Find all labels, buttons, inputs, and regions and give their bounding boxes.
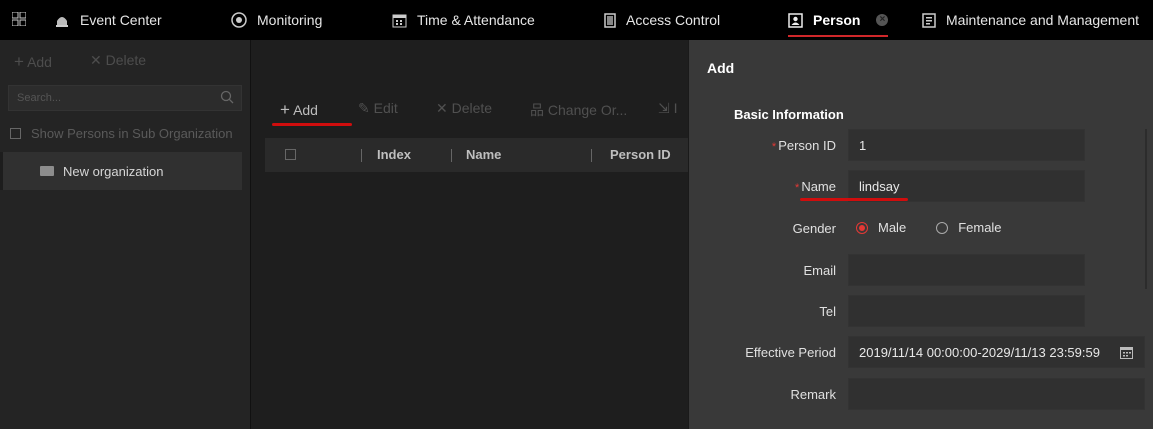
plus-icon: +	[280, 100, 290, 119]
annotation-underline-add	[272, 123, 352, 126]
plus-icon: +	[14, 52, 24, 71]
column-divider	[591, 149, 592, 162]
dialog-scrollbar[interactable]	[1145, 129, 1147, 289]
column-header-person-id[interactable]: Person ID	[610, 147, 671, 162]
calendar-icon[interactable]	[1120, 346, 1133, 362]
remark-field[interactable]	[848, 378, 1145, 410]
gender-female-label: Female	[958, 220, 1002, 235]
radio-selected-icon	[856, 221, 868, 234]
tel-label: Tel	[819, 304, 836, 319]
maintenance-icon	[922, 12, 936, 28]
search-icon[interactable]	[220, 90, 234, 107]
name-value: lindsay	[859, 178, 900, 194]
change-org-label: Change Or...	[547, 102, 628, 118]
monitoring-icon	[231, 12, 247, 28]
show-sub-org-label: Show Persons in Sub Organization	[31, 126, 233, 141]
remark-label: Remark	[790, 387, 836, 402]
add-label: Add	[293, 102, 318, 118]
organization-search	[8, 85, 242, 111]
annotation-underline-name	[800, 198, 908, 201]
gender-male-label: Male	[878, 220, 907, 235]
app-grid-button[interactable]	[11, 0, 27, 40]
tab-label: Access Control	[626, 12, 721, 28]
required-mark: *	[795, 182, 800, 194]
close-tab-icon[interactable]: ×	[876, 14, 889, 26]
hierarchy-icon: 品	[530, 102, 544, 118]
column-divider	[451, 149, 452, 162]
door-icon	[604, 12, 616, 28]
tab-maintenance[interactable]: Maintenance and Management	[922, 0, 1139, 40]
search-input[interactable]	[15, 91, 219, 105]
email-field[interactable]	[848, 254, 1085, 286]
top-tab-bar: Event Center Monitoring Time & Attendanc…	[0, 0, 1153, 40]
folder-icon	[40, 166, 54, 176]
change-organization-button[interactable]: 品 Change Or...	[530, 100, 627, 120]
person-card-icon	[788, 12, 803, 28]
person-id-field[interactable]: 1	[848, 129, 1085, 161]
import-icon: ⇲	[658, 100, 670, 116]
required-mark: *	[771, 141, 777, 153]
name-label-text: Name	[801, 179, 836, 194]
delete-label: Delete	[451, 100, 493, 116]
person-id-value: 1	[859, 137, 867, 153]
tel-field[interactable]	[848, 295, 1085, 327]
show-sub-org-option[interactable]: Show Persons in Sub Organization	[10, 126, 233, 141]
name-label: * Name	[795, 179, 836, 194]
edit-icon: ✎	[358, 100, 370, 116]
column-header-index[interactable]: Index	[377, 147, 411, 162]
delete-button[interactable]: ✕ Delete	[436, 100, 492, 117]
email-label: Email	[803, 263, 836, 278]
effective-period-label: Effective Period	[745, 345, 836, 360]
table-header: Index Name Person ID	[265, 138, 688, 172]
radio-unselected-icon	[936, 221, 949, 234]
edit-label: Edit	[373, 100, 398, 116]
delete-label: Delete	[105, 52, 147, 68]
dialog-title: Add	[707, 60, 735, 76]
select-all-checkbox[interactable]	[285, 149, 296, 160]
gender-label: Gender	[792, 221, 836, 236]
tab-time-attendance[interactable]: Time & Attendance	[392, 0, 535, 40]
import-button[interactable]: ⇲ I	[658, 100, 678, 117]
alarm-icon	[54, 13, 70, 27]
x-icon: ✕	[90, 52, 102, 68]
tab-access-control[interactable]: Access Control	[604, 0, 720, 40]
tab-monitoring[interactable]: Monitoring	[231, 0, 322, 40]
tab-label: Time & Attendance	[417, 12, 535, 28]
org-tree-item[interactable]: New organization	[0, 152, 242, 190]
add-person-dialog: Add Basic Information * Person ID 1 * Name…	[689, 40, 1153, 429]
tab-label: Monitoring	[257, 12, 323, 28]
gender-radio-group: Male Female	[856, 220, 1002, 235]
import-label: I	[673, 100, 678, 116]
add-label: Add	[27, 54, 52, 70]
gender-male-radio[interactable]: Male	[856, 220, 906, 235]
edit-button[interactable]: ✎ Edit	[358, 100, 398, 117]
tab-label: Person	[813, 12, 861, 28]
tab-event-center[interactable]: Event Center	[54, 0, 162, 40]
effective-period-field[interactable]: 2019/11/14 00:00:00-2029/11/13 23:59:59	[848, 336, 1145, 368]
app-grid-icon	[11, 11, 27, 29]
column-header-name[interactable]: Name	[466, 147, 501, 162]
selection-marker	[0, 152, 3, 190]
add-organization-button[interactable]: + Add	[14, 52, 52, 72]
show-sub-org-checkbox[interactable]	[10, 128, 21, 139]
tab-label: Maintenance and Management	[946, 12, 1140, 28]
gender-female-radio[interactable]: Female	[936, 220, 1002, 235]
x-icon: ✕	[436, 100, 448, 116]
person-id-label-text: Person ID	[778, 138, 836, 153]
person-list-panel	[251, 40, 688, 429]
column-divider	[361, 149, 362, 162]
tab-person[interactable]: Person ×	[788, 0, 889, 40]
section-title: Basic Information	[734, 107, 844, 122]
tab-label: Event Center	[80, 12, 162, 28]
org-item-label: New organization	[63, 163, 164, 179]
person-id-label: * Person ID	[772, 138, 836, 153]
delete-organization-button[interactable]: ✕ Delete	[90, 52, 146, 69]
calendar-icon	[392, 13, 407, 28]
add-person-button[interactable]: + Add	[280, 100, 318, 120]
effective-period-value: 2019/11/14 00:00:00-2029/11/13 23:59:59	[859, 344, 1100, 360]
